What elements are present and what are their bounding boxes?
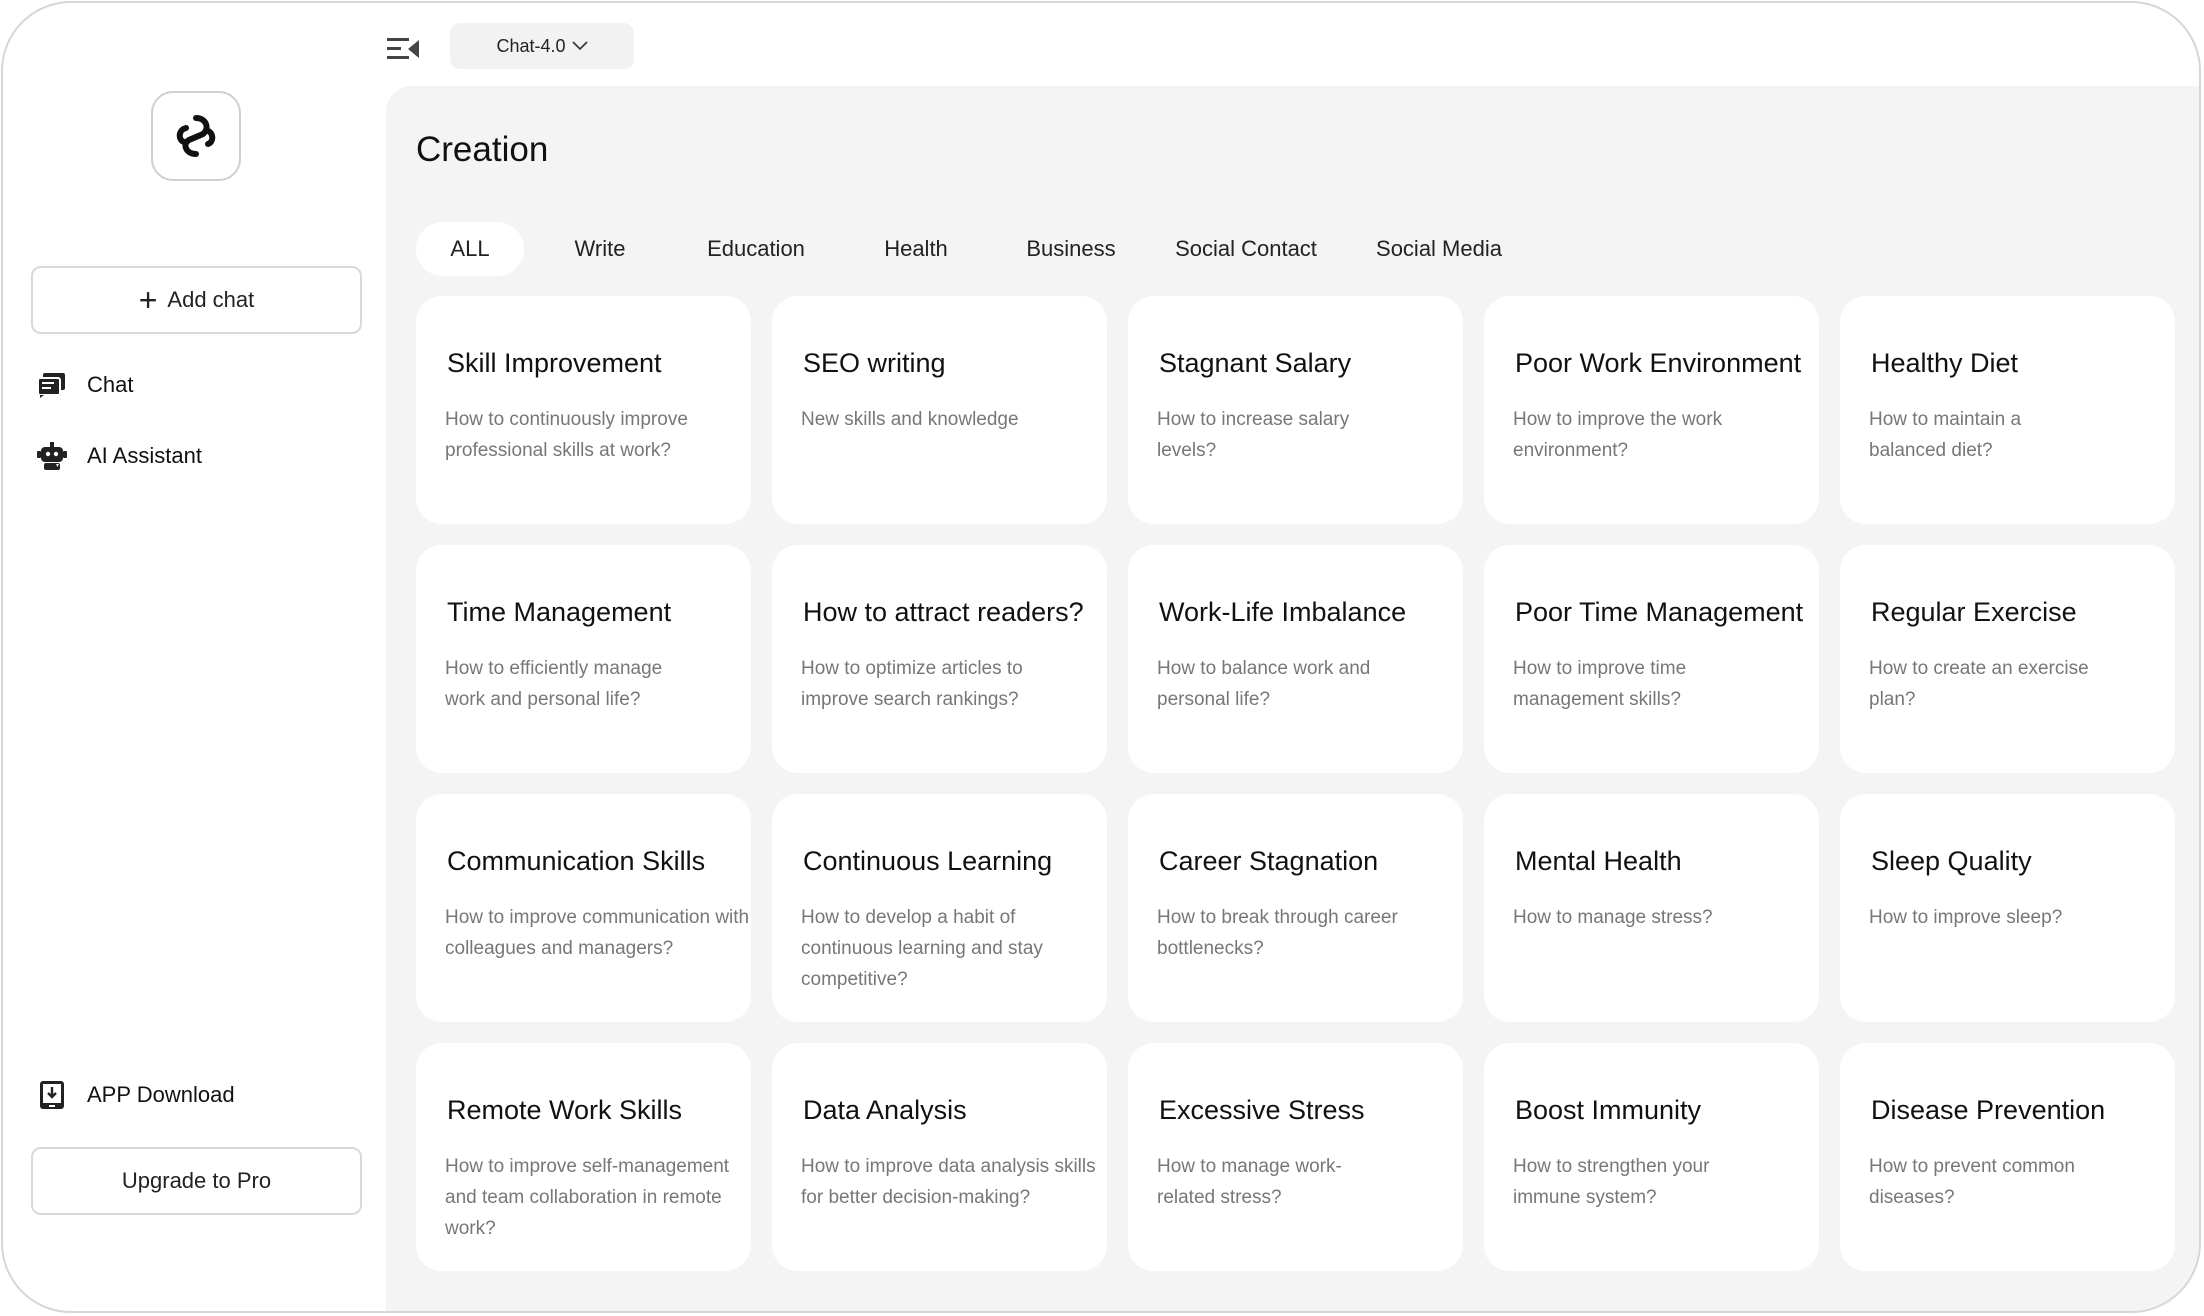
card-description: How to manage stress? (1513, 907, 1713, 928)
prompt-card[interactable]: Boost Immunity How to strengthen your imm… (1484, 1043, 1819, 1271)
tab-social-contact[interactable]: Social Contact (1146, 222, 1346, 276)
app-window: + Add chat Chat AI Assistant APP Downloa… (1, 1, 2201, 1313)
prompt-card[interactable]: Time Management How to efficiently manage… (416, 545, 751, 773)
app-download-link[interactable]: APP Download (36, 1075, 235, 1115)
prompt-card[interactable]: Sleep Quality How to improve sleep? (1840, 794, 2175, 1022)
page-title: Creation (416, 130, 549, 169)
card-description: How to improve self-management and team … (445, 1156, 730, 1239)
model-selector[interactable]: Chat-4.0 (450, 23, 634, 69)
logo-knot-icon (176, 115, 216, 157)
add-chat-label: Add chat (167, 287, 255, 312)
card-title: Work-Life Imbalance (1159, 597, 1407, 627)
prompt-card[interactable]: Communication Skills How to improve commu… (416, 794, 751, 1022)
prompt-card[interactable]: How to attract readers? How to optimize a… (772, 545, 1107, 773)
card-description: How to continuously improve professional… (445, 409, 688, 461)
tab-education[interactable]: Education (676, 222, 836, 276)
card-description: How to break through career bottlenecks? (1157, 907, 1398, 959)
sidebar-item-ai-assistant[interactable]: AI Assistant (36, 436, 202, 476)
card-title: Continuous Learning (803, 846, 1053, 876)
card-description: How to maintain a balanced diet? (1869, 409, 2022, 461)
prompt-card[interactable]: Poor Work Environment How to improve the … (1484, 296, 1819, 524)
sidebar-toggle-icon[interactable] (386, 36, 422, 66)
card-description: How to increase salary levels? (1157, 409, 1350, 461)
upgrade-to-pro-button[interactable]: Upgrade to Pro (31, 1147, 362, 1215)
prompt-card[interactable]: Data Analysis How to improve data analysi… (772, 1043, 1107, 1271)
prompt-card[interactable]: Stagnant Salary How to increase salary le… (1128, 296, 1463, 524)
card-title: Remote Work Skills (447, 1095, 683, 1125)
prompt-card[interactable]: Mental Health How to manage stress? (1484, 794, 1819, 1022)
tab-business[interactable]: Business (996, 222, 1146, 276)
chat-icon (36, 369, 68, 401)
robot-icon (36, 440, 68, 472)
app-download-label: APP Download (87, 1082, 235, 1107)
card-title: How to attract readers? (803, 597, 1084, 627)
card-title: Healthy Diet (1871, 348, 2019, 378)
card-title: Stagnant Salary (1159, 348, 1352, 378)
card-description: How to optimize articles to improve sear… (801, 658, 1023, 710)
prompt-card[interactable]: Regular Exercise How to create an exercis… (1840, 545, 2175, 773)
card-title: Regular Exercise (1871, 597, 2077, 627)
card-title: Boost Immunity (1515, 1095, 1702, 1125)
sidebar-item-label: AI Assistant (87, 443, 202, 468)
prompt-card[interactable]: Poor Time Management How to improve time … (1484, 545, 1819, 773)
card-title: Excessive Stress (1159, 1095, 1365, 1125)
prompt-card[interactable]: Skill Improvement How to continuously imp… (416, 296, 751, 524)
card-description: How to efficiently manage work and perso… (445, 658, 663, 710)
sidebar-item-label: Chat (87, 372, 134, 397)
card-title: Time Management (447, 597, 672, 627)
prompt-card[interactable]: Work-Life Imbalance How to balance work a… (1128, 545, 1463, 773)
card-description: How to improve time management skills? (1513, 658, 1687, 710)
card-description: New skills and knowledge (801, 409, 1019, 430)
card-description: How to prevent common diseases? (1869, 1156, 2075, 1208)
card-description: How to manage work-related stress? (1157, 1156, 1342, 1208)
card-title: Sleep Quality (1871, 846, 2032, 876)
chevron-down-icon (571, 41, 588, 51)
prompt-card[interactable]: Excessive Stress How to manage work-relat… (1128, 1043, 1463, 1271)
card-description: How to improve communication with collea… (445, 907, 750, 959)
prompt-card[interactable]: SEO writing New skills and knowledge (772, 296, 1107, 524)
category-tabs: ALL Write Education Health Business Soci… (416, 222, 1532, 276)
prompt-card[interactable]: Career Stagnation How to break through ca… (1128, 794, 1463, 1022)
card-title: Mental Health (1515, 846, 1682, 876)
card-description: How to develop a habit of continuous lea… (801, 907, 1043, 990)
card-title: Career Stagnation (1159, 846, 1379, 876)
card-description: How to improve the work environment? (1513, 409, 1723, 461)
prompt-card[interactable]: Remote Work Skills How to improve self-ma… (416, 1043, 751, 1271)
card-description: How to improve sleep? (1869, 907, 2063, 928)
card-title: Poor Work Environment (1515, 348, 1802, 378)
plus-icon: + (138, 282, 158, 318)
card-title: Data Analysis (803, 1095, 967, 1125)
tab-health[interactable]: Health (836, 222, 996, 276)
upgrade-label: Upgrade to Pro (121, 1168, 272, 1193)
model-label: Chat-4.0 (496, 35, 566, 56)
download-icon (36, 1079, 68, 1111)
card-description: How to create an exercise plan? (1869, 658, 2089, 710)
tab-write[interactable]: Write (524, 222, 676, 276)
card-description: How to balance work and personal life? (1157, 658, 1371, 710)
prompt-card[interactable]: Healthy Diet How to maintain a balanced d… (1840, 296, 2175, 524)
prompt-card[interactable]: Disease Prevention How to prevent common … (1840, 1043, 2175, 1271)
card-title: SEO writing (803, 348, 946, 378)
card-description: How to improve data analysis skills for … (801, 1156, 1096, 1208)
app-logo (151, 91, 241, 181)
card-title: Disease Prevention (1871, 1095, 2106, 1125)
main-content: Creation ALL Write Education Health Busi… (386, 86, 2199, 1311)
sidebar-item-chat[interactable]: Chat (36, 365, 133, 405)
tab-all[interactable]: ALL (416, 222, 524, 276)
tab-social-media[interactable]: Social Media (1346, 222, 1532, 276)
sidebar: + Add chat Chat AI Assistant APP Downloa… (3, 3, 386, 1311)
prompt-card[interactable]: Continuous Learning How to develop a habi… (772, 794, 1107, 1022)
card-title: Poor Time Management (1515, 597, 1804, 627)
prompt-card-grid: Skill Improvement How to continuously imp… (416, 296, 2175, 1271)
card-title: Communication Skills (447, 846, 706, 876)
card-description: How to strengthen your immune system? (1513, 1156, 1710, 1208)
add-chat-button[interactable]: + Add chat (31, 266, 362, 334)
card-title: Skill Improvement (447, 348, 662, 378)
